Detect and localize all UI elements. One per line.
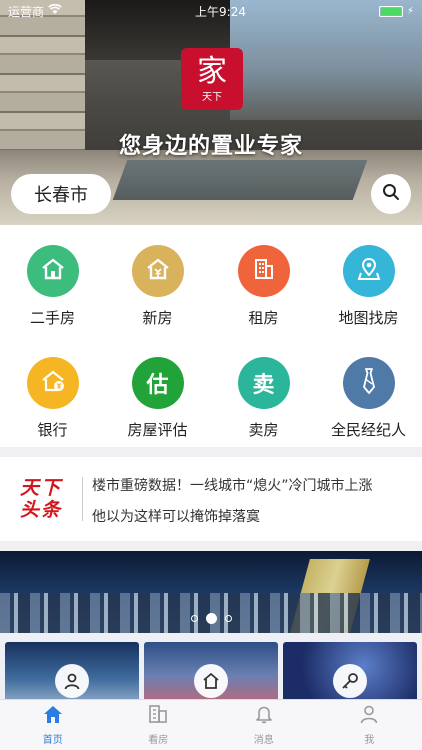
grid-label: 新房: [142, 309, 173, 327]
grid-icon-circle: [237, 245, 290, 297]
grid-label: 二手房: [29, 309, 75, 327]
grid-icon-circle: [342, 245, 395, 297]
tab-label: 首页: [42, 735, 63, 746]
logo-sub-text: 天下: [202, 91, 222, 103]
logo-main-char: 家: [197, 53, 227, 89]
grid-icon-circle: [26, 245, 79, 297]
grid-label: 租房: [248, 309, 279, 327]
search-button[interactable]: [371, 174, 411, 214]
person-icon: [359, 704, 379, 728]
grid-item-secondhand[interactable]: 二手房: [0, 245, 105, 328]
grid-label: 地图找房: [338, 309, 399, 327]
status-time: 上午9:24: [195, 4, 246, 19]
wifi-icon: [48, 3, 62, 18]
grid-item-bank[interactable]: 银行: [0, 357, 105, 440]
grid-label: 银行: [37, 421, 68, 439]
carrier-label: 运营商: [8, 4, 45, 19]
person-badge-icon: [55, 664, 89, 698]
tab-me[interactable]: 我: [317, 700, 422, 750]
grid-icon-circle: 卖: [237, 357, 290, 409]
tab-label: 看房: [148, 735, 169, 746]
grid-label: 全民经纪人: [330, 421, 406, 439]
card-house[interactable]: [144, 642, 278, 702]
brand-logo: 家 天下: [181, 48, 243, 110]
grid-icon-circle: [342, 357, 395, 409]
charging-icon: ⚡: [406, 5, 414, 17]
news-logo-line2: 头条: [20, 499, 63, 521]
tab-messages[interactable]: 消息: [211, 700, 317, 750]
service-cards: [0, 633, 422, 702]
grid-label: 卖房: [248, 421, 279, 439]
grid-item-newhouse[interactable]: 新房: [105, 245, 210, 328]
card-key[interactable]: [283, 642, 417, 702]
tab-label: 我: [364, 735, 375, 746]
appraise-icon: 估: [146, 373, 169, 398]
house-icon: [194, 664, 228, 698]
card-agent[interactable]: [5, 642, 139, 702]
tab-view-house[interactable]: 看房: [106, 700, 212, 750]
news-brand-logo: 天下 头条: [20, 477, 72, 521]
carousel-dot-active[interactable]: [205, 612, 217, 624]
tab-label: 消息: [253, 735, 274, 746]
building-icon: [252, 257, 276, 285]
grid-icon-circle: 估: [131, 357, 184, 409]
building-list-icon: [147, 704, 169, 728]
bank-icon: [40, 369, 66, 397]
map-pin-icon: [357, 256, 381, 286]
headline-news[interactable]: 天下 头条 楼市重磅数据！一线城市“熄火”冷门城市上涨 他以为这样可以掩饰掉落寞: [0, 457, 422, 541]
news-headline-1[interactable]: 楼市重磅数据！一线城市“熄火”冷门城市上涨: [92, 475, 373, 495]
tie-icon: [359, 367, 379, 399]
section-divider: [0, 541, 422, 551]
sell-icon: 卖: [252, 373, 275, 398]
carousel-dot[interactable]: [190, 614, 198, 622]
grid-icon-circle: [131, 245, 184, 297]
grid-item-rent[interactable]: 租房: [211, 245, 316, 328]
grid-item-sell[interactable]: 卖 卖房: [211, 357, 316, 440]
news-logo-line1: 天下: [20, 477, 63, 499]
news-divider: [82, 477, 83, 521]
grid-item-appraise[interactable]: 估 房屋评估: [105, 357, 210, 440]
grid-item-map[interactable]: 地图找房: [316, 245, 421, 328]
key-icon: [333, 664, 367, 698]
grid-item-agent[interactable]: 全民经纪人: [316, 357, 421, 440]
carousel-pagination: [0, 612, 422, 624]
news-headline-2[interactable]: 他以为这样可以掩饰掉落寞: [92, 506, 260, 526]
home-icon: [42, 704, 64, 728]
house-yen-icon: [145, 257, 171, 285]
hero-slogan: 您身边的置业专家: [118, 134, 303, 159]
city-selector-button[interactable]: 长春市: [11, 174, 111, 214]
grid-label: 房屋评估: [127, 421, 188, 439]
hero-pool: [112, 160, 368, 200]
house-icon: [40, 257, 66, 285]
battery-icon: [378, 5, 403, 17]
tab-home[interactable]: 首页: [0, 700, 106, 750]
status-bar: 运营商 上午9:24 ⚡: [0, 0, 422, 22]
bottom-tab-bar: 首页 看房 消息 我: [0, 699, 422, 750]
feature-grid: 二手房 新房 租房 地图找房 银行 估 房屋评估 卖 卖房 全民经纪人: [0, 225, 422, 447]
bell-icon: [254, 704, 274, 728]
grid-icon-circle: [26, 357, 79, 409]
search-icon: [382, 183, 400, 205]
section-divider: [0, 447, 422, 457]
carousel-dot[interactable]: [224, 614, 232, 622]
